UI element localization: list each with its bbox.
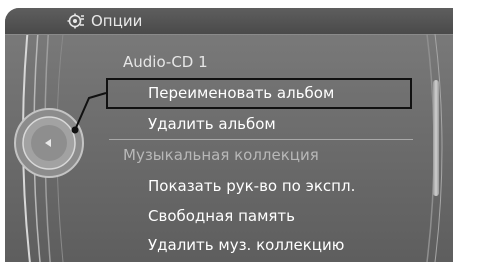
- menu-item-delete-music-collection[interactable]: Удалить муз. коллекцию: [148, 235, 344, 255]
- screen-frame: Опции Audio-CD 1 Переименовать альбом Уд…: [0, 0, 488, 262]
- page-title: Опции: [91, 12, 143, 30]
- menu-item-free-memory[interactable]: Свободная память: [148, 206, 295, 226]
- menu-item-show-manual[interactable]: Показать рук-во по экспл.: [148, 176, 355, 196]
- section-divider: [109, 139, 413, 140]
- scrollbar-thumb[interactable]: [433, 80, 439, 196]
- section-audio-cd: Audio-CD 1: [123, 53, 208, 71]
- menu-item-delete-album[interactable]: Удалить альбом: [148, 114, 276, 134]
- section-music-collection: Музыкальная коллекция: [123, 146, 319, 164]
- options-header: Опции: [5, 8, 453, 35]
- menu-item-rename-album[interactable]: Переименовать альбом: [148, 83, 334, 103]
- options-gear-icon: [67, 13, 85, 29]
- idrive-screen: Опции Audio-CD 1 Переименовать альбом Уд…: [5, 8, 453, 262]
